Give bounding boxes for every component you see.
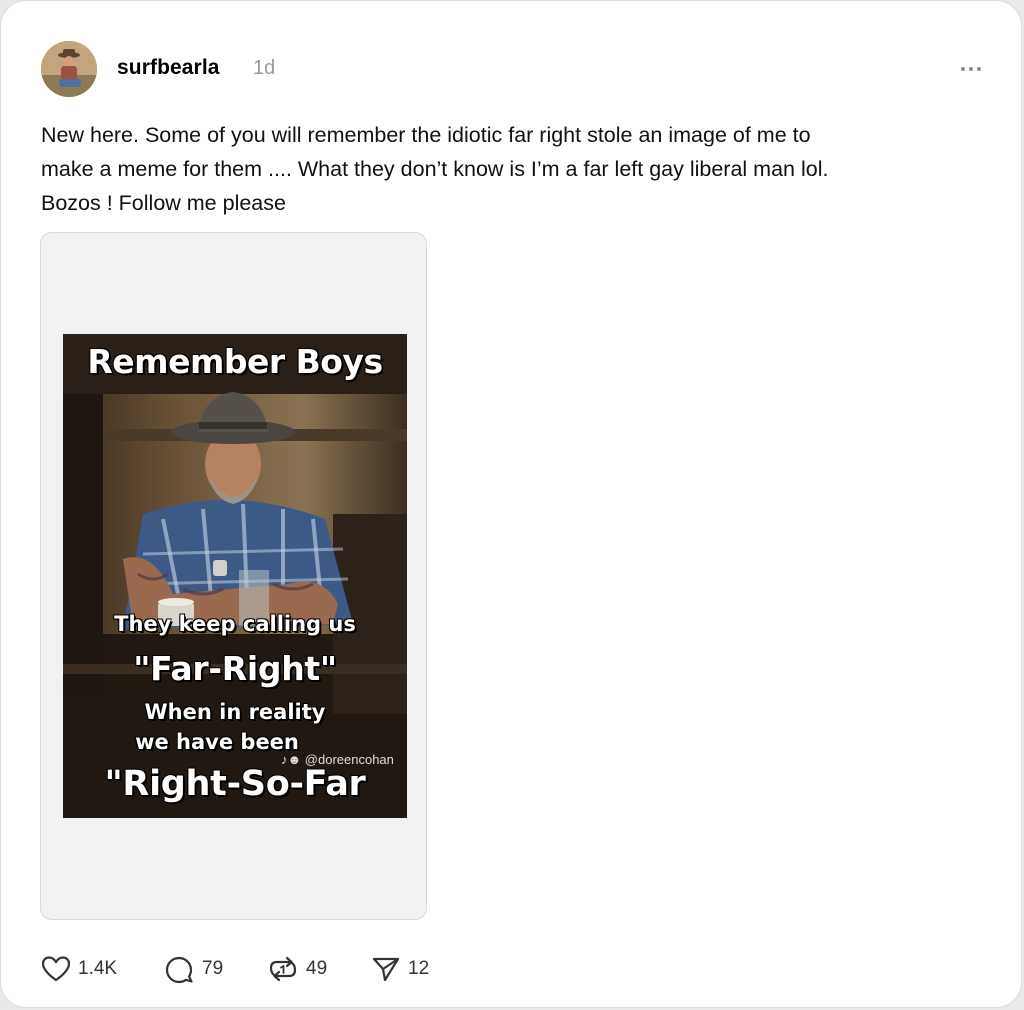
like-button[interactable]: 1.4K [41, 954, 117, 984]
meme-line-5: "Right-So-Far [104, 764, 366, 804]
repost-button[interactable]: 49 [267, 954, 327, 984]
meme-line-2: "Far-Right" [133, 649, 337, 688]
username[interactable]: surfbearla [117, 56, 220, 80]
avatar[interactable] [41, 41, 97, 97]
more-icon [961, 67, 981, 71]
repost-count: 49 [306, 958, 328, 979]
repost-icon [269, 956, 297, 982]
more-options-button[interactable] [953, 57, 989, 81]
timestamp[interactable]: 1d [253, 57, 275, 80]
like-count: 1.4K [78, 958, 118, 979]
post-text: New here. Some of you will remember the … [41, 123, 829, 215]
meme-line-3: When in reality [144, 700, 326, 724]
meme-title: Remember Boys [87, 342, 383, 381]
meme-image: Remember Boys They keep calling us "Far-… [63, 334, 407, 818]
share-button[interactable]: 12 [371, 954, 429, 984]
post-image-container[interactable]: Remember Boys They keep calling us "Far-… [40, 232, 427, 920]
meme-line-4: we have been [135, 730, 299, 754]
reply-count: 79 [202, 958, 224, 979]
avatar-image [41, 41, 97, 97]
reply-button[interactable]: 79 [163, 954, 223, 984]
post-card: surfbearla 1d New here. Some of you will… [0, 0, 1022, 1008]
send-icon [372, 957, 400, 982]
share-count: 12 [408, 958, 430, 979]
heart-icon [41, 956, 71, 982]
comment-icon [165, 956, 193, 984]
meme-line-1: They keep calling us [114, 612, 356, 636]
